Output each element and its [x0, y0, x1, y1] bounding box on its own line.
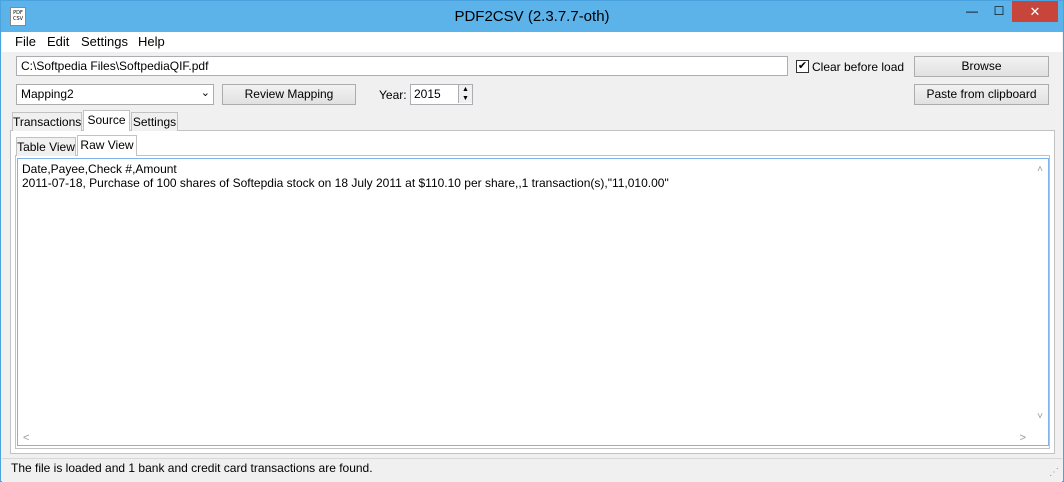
- year-label: Year:: [379, 88, 407, 102]
- menu-file[interactable]: File: [15, 34, 36, 49]
- menu-help[interactable]: Help: [138, 34, 165, 49]
- review-mapping-button[interactable]: Review Mapping: [222, 84, 356, 105]
- clear-before-load-checkbox[interactable]: ✔: [796, 60, 809, 73]
- menu-settings[interactable]: Settings: [81, 34, 128, 49]
- close-button[interactable]: ✕: [1012, 1, 1058, 22]
- menu-bar: File Edit Settings Help: [2, 32, 1062, 52]
- spin-up-icon[interactable]: ▲: [458, 85, 472, 94]
- year-stepper[interactable]: 2015 ▲ ▼: [410, 84, 473, 105]
- menu-edit[interactable]: Edit: [47, 34, 69, 49]
- tab-source[interactable]: Source: [83, 110, 130, 131]
- maximize-button[interactable]: ☐: [986, 1, 1012, 22]
- tab-table-view[interactable]: Table View: [16, 137, 76, 156]
- status-bar: The file is loaded and 1 bank and credit…: [2, 458, 1062, 482]
- raw-line-1: 2011-07-18, Purchase of 100 shares of So…: [22, 176, 669, 190]
- scroll-right-icon[interactable]: >: [1020, 432, 1026, 444]
- scroll-down-icon[interactable]: ˅: [1037, 411, 1043, 422]
- chevron-down-icon[interactable]: ⌄: [201, 86, 210, 99]
- tab-raw-view[interactable]: Raw View: [77, 135, 137, 156]
- status-text: The file is loaded and 1 bank and credit…: [11, 461, 373, 475]
- year-value: 2015: [414, 87, 441, 101]
- file-path-input[interactable]: C:\Softpedia Files\SoftpediaQIF.pdf: [16, 56, 788, 76]
- scroll-left-icon[interactable]: <: [23, 432, 29, 444]
- scroll-up-icon[interactable]: ˄: [1037, 164, 1043, 175]
- tab-transactions[interactable]: Transactions: [12, 112, 82, 131]
- resize-grip-icon[interactable]: ⋰: [1049, 467, 1059, 478]
- paste-from-clipboard-button[interactable]: Paste from clipboard: [914, 84, 1049, 105]
- app-window: PDF CSV PDF2CSV (2.3.7.7-oth) — ☐ ✕ File …: [0, 0, 1064, 482]
- browse-button[interactable]: Browse: [914, 56, 1049, 77]
- window-title: PDF2CSV (2.3.7.7-oth): [454, 8, 610, 25]
- raw-view-textarea[interactable]: Date,Payee,Check #,Amount 2011-07-18, Pu…: [17, 158, 1049, 446]
- clear-before-load-label: Clear before load: [812, 60, 905, 74]
- tab-settings[interactable]: Settings: [131, 112, 178, 131]
- minimize-button[interactable]: —: [959, 1, 985, 22]
- spin-down-icon[interactable]: ▼: [458, 94, 472, 103]
- mapping-select[interactable]: Mapping2 ⌄: [16, 84, 214, 105]
- mapping-select-value: Mapping2: [21, 87, 74, 101]
- title-bar[interactable]: PDF CSV PDF2CSV (2.3.7.7-oth) — ☐ ✕: [1, 1, 1063, 32]
- raw-line-header: Date,Payee,Check #,Amount: [22, 162, 177, 176]
